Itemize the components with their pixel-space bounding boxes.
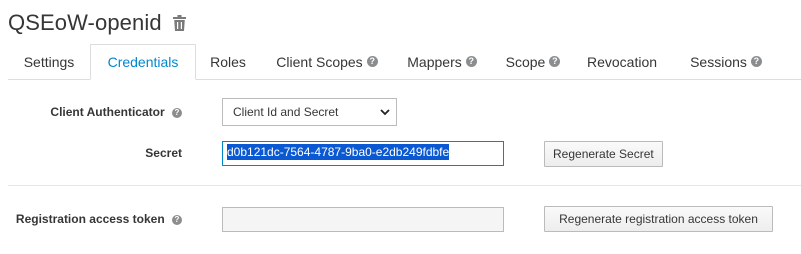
help-icon[interactable]: ?: [465, 56, 477, 67]
tab-label: Scope: [505, 53, 546, 70]
tab-label: Mappers: [407, 53, 462, 70]
client-credentials-page: QSEoW-openid Settings Credentials Roles …: [0, 0, 801, 254]
tab-label: Revocation: [586, 53, 658, 70]
secret-label-text: Secret: [145, 146, 182, 160]
tab-label: Sessions: [690, 53, 747, 70]
secret-label: Secret: [20, 146, 182, 160]
tab-credentials[interactable]: Credentials: [90, 44, 196, 80]
registration-token-field[interactable]: [222, 207, 504, 232]
secret-value: d0b121dc-7564-4787-9ba0-e2db249fdbfe: [227, 144, 450, 160]
trash-icon[interactable]: [172, 14, 188, 32]
page-title: QSEoW-openid: [8, 10, 162, 35]
tab-sessions[interactable]: Sessions ?: [668, 44, 784, 79]
regenerate-registration-token-button[interactable]: Regenerate registration access token: [544, 206, 773, 232]
tab-revocation[interactable]: Revocation: [576, 44, 668, 79]
section-divider: [8, 185, 801, 186]
tab-label: Client Scopes: [276, 53, 363, 70]
help-icon[interactable]: ?: [750, 56, 762, 67]
regenerate-secret-button-label: Regenerate Secret: [553, 147, 654, 161]
tab-bar: Settings Credentials Roles Client Scopes…: [8, 44, 801, 80]
page-header: QSEoW-openid: [8, 8, 188, 38]
chevron-down-icon: [380, 109, 390, 116]
tab-scope[interactable]: Scope ?: [490, 44, 576, 79]
tab-label: Settings: [23, 53, 75, 70]
regenerate-registration-token-button-label: Regenerate registration access token: [559, 212, 758, 226]
client-authenticator-value: Client Id and Secret: [233, 105, 339, 119]
help-icon[interactable]: ?: [172, 215, 182, 225]
tab-settings[interactable]: Settings: [8, 44, 90, 79]
client-authenticator-label-text: Client Authenticator: [50, 105, 165, 119]
tab-label: Roles: [210, 53, 246, 70]
help-icon[interactable]: ?: [172, 108, 182, 118]
help-icon[interactable]: ?: [366, 56, 378, 67]
tab-mappers[interactable]: Mappers ?: [394, 44, 490, 79]
secret-field[interactable]: d0b121dc-7564-4787-9ba0-e2db249fdbfe: [222, 141, 504, 166]
registration-token-label-text: Registration access token: [15, 212, 165, 226]
tab-roles[interactable]: Roles: [196, 44, 260, 79]
tab-client-scopes[interactable]: Client Scopes ?: [260, 44, 394, 79]
tab-label: Credentials: [107, 54, 179, 70]
client-authenticator-label: Client Authenticator ?: [20, 105, 182, 119]
registration-token-label: Registration access token ?: [8, 212, 182, 226]
regenerate-secret-button[interactable]: Regenerate Secret: [544, 141, 663, 167]
help-icon[interactable]: ?: [549, 56, 561, 67]
client-authenticator-select[interactable]: Client Id and Secret: [222, 98, 397, 126]
